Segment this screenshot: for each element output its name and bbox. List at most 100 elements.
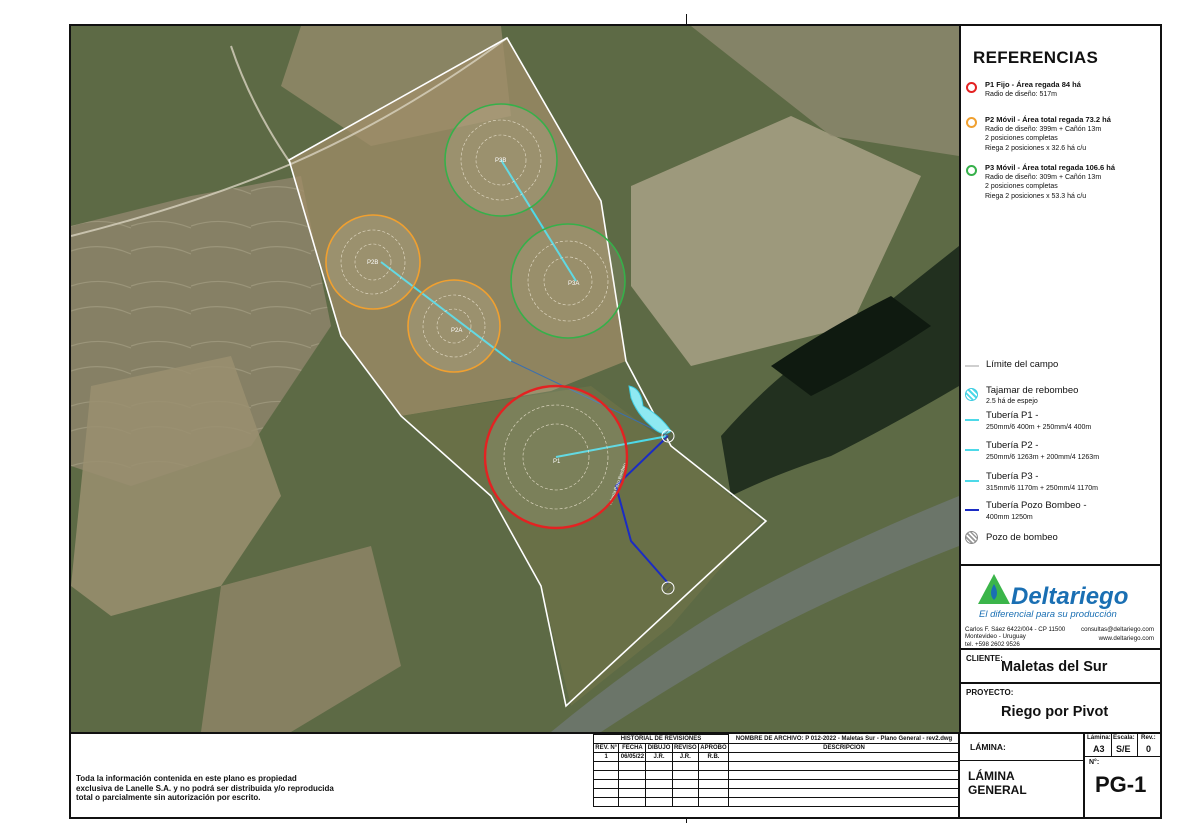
proyecto-box: PROYECTO: Riego por Pivot	[961, 682, 1160, 734]
contact-web: www.deltariego.com	[1098, 634, 1154, 642]
rev-value: 0	[1146, 744, 1152, 754]
legend-pozo-tub: Tubería Pozo Bombeo -	[986, 500, 1087, 511]
references-title: REFERENCIAS	[973, 48, 1099, 67]
divider	[1137, 734, 1138, 756]
lamina-block: LÁMINA: LÁMINA GENERAL	[958, 734, 1084, 819]
pivot-label-p1: P1	[553, 459, 561, 465]
archivo-value: P 012-2022 - Maletas Sur - Plano General…	[805, 735, 953, 742]
pozo-icon	[661, 429, 675, 443]
address-line: Carlos F. Sáez 6422/004 - CP 11500	[965, 626, 1066, 633]
sheet-meta: Lámina: A3 Escala: S/E Rev.: 0 N°: PG-1	[1083, 734, 1162, 819]
plan-number: PG-1	[1095, 772, 1147, 797]
divider	[1085, 756, 1162, 757]
escala-label: Escala:	[1113, 734, 1135, 741]
address-line: Montevideo - Uruguay	[965, 633, 1026, 641]
ref-p3-line: Radio de diseño: 309m + Cañón 13m	[985, 174, 1102, 182]
ref-p1-line: Radio de diseño: 517m	[985, 91, 1057, 99]
ref-p2-line: Radio de diseño: 399m + Cañón 13m	[985, 126, 1102, 134]
logo-name: Deltariego	[1011, 583, 1129, 610]
divider	[1111, 734, 1112, 756]
disclaimer: Toda la información contenida en este pl…	[76, 774, 334, 803]
sheet-tick-top	[686, 14, 687, 24]
num-label: N°:	[1089, 759, 1100, 766]
references-panel: REFERENCIAS P1 Fijo - Área regada 84 há …	[959, 26, 1160, 732]
ref-p2: P2 Móvil - Área total regada 73.2 há Rad…	[985, 115, 1111, 153]
pivot-label-p2b: P2B	[367, 260, 378, 266]
revision-table: HISTORIAL DE REVISIONES NOMBRE DE ARCHIV…	[592, 734, 960, 807]
cliente-value: Maletas del Sur	[1001, 659, 1108, 675]
pivot-p3a: P3A	[510, 223, 626, 339]
ref-p2-line: 2 posiciones completas	[985, 135, 1058, 143]
col-header: DIBUJÓ	[645, 743, 673, 753]
address-line: tel. +598 2602 9526	[965, 640, 1020, 648]
legend-p2: Tubería P2 -	[986, 440, 1039, 451]
pivot-p3b: P3B	[444, 103, 558, 217]
title-block: Toda la información contenida en este pl…	[71, 732, 1162, 819]
table-cell: 06/05/22	[618, 752, 647, 762]
deltariego-logo-icon	[978, 574, 1010, 604]
table-cell: J.R.	[671, 752, 699, 762]
legend-p1: Tubería P1 -	[986, 410, 1039, 421]
table-cell: J.R.	[645, 752, 673, 762]
ref-p1-name: P1 Fijo - Área regada 84 há	[985, 80, 1081, 89]
legend-limite: Límite del campo	[986, 359, 1059, 370]
lamina-label: LÁMINA:	[970, 742, 1006, 752]
lamina-size-label: Lámina:	[1087, 734, 1111, 741]
legend-p1-sub: 250mm/6 400m + 250mm/4 400m	[986, 424, 1092, 431]
contact-email: consultas@deltariego.com	[1080, 626, 1154, 633]
proyecto-value: Riego por Pivot	[1001, 704, 1109, 720]
legend-tajamar: Tajamar de rebombeo	[986, 385, 1079, 396]
archivo-label: NOMBRE DE ARCHIVO:	[735, 735, 804, 742]
map-canvas: Tubería Pozo Bombeo P3B P3A P2B P2A	[71, 26, 959, 732]
lamina-general: LÁMINA GENERAL	[968, 769, 1027, 797]
company-address: Carlos F. Sáez 6422/004 - CP 11500 Monte…	[965, 626, 1065, 648]
col-header: REV. N°	[592, 743, 620, 753]
legend-pozo-tub-sub: 400mm 1250m	[986, 514, 1033, 521]
disclaimer-line: Toda la información contenida en este pl…	[76, 774, 297, 783]
cliente-label: CLIENTE:	[966, 654, 1003, 663]
company-contact: consultas@deltariego.com www.deltariego.…	[1081, 626, 1154, 643]
divider	[960, 760, 1084, 761]
p1-circle-icon	[966, 82, 977, 93]
col-header: FECHA	[618, 743, 647, 753]
pivot-label-p3a: P3A	[568, 281, 579, 287]
ref-p3-line: 2 posiciones completas	[985, 183, 1058, 191]
legend-pozo: Pozo de bombeo	[986, 532, 1058, 543]
pozo-icon	[661, 581, 675, 595]
col-header: APROBÓ	[697, 743, 730, 753]
legend-tajamar-sub: 2.5 há de espejo	[986, 398, 1038, 405]
escala-value: S/E	[1116, 744, 1131, 754]
pivot-label-p3b: P3B	[495, 158, 506, 164]
pivot-p2b: P2B	[325, 214, 421, 310]
table-cell: 1	[592, 752, 620, 762]
cliente-box: CLIENTE: Maletas del Sur	[961, 648, 1160, 684]
satellite-map: Tubería Pozo Bombeo P3B P3A P2B P2A	[71, 26, 959, 732]
pipe-p2-icon	[965, 449, 979, 451]
col-header: DESCRIPCIÓN	[728, 743, 960, 753]
disclaimer-line: total o parcialmente sin autorización po…	[76, 793, 261, 803]
table-cell	[728, 752, 960, 762]
p2-circle-icon	[966, 117, 977, 128]
legend-p3: Tubería P3 -	[986, 471, 1039, 482]
company-logo-box: Deltariego El diferencial para su produc…	[961, 564, 1160, 650]
proyecto-label: PROYECTO:	[966, 688, 1014, 697]
ref-p3-line: Riega 2 posiciones x 53.3 há c/u	[985, 192, 1087, 200]
pipe-p1-icon	[965, 419, 979, 421]
limite-line-icon	[965, 365, 979, 367]
pozo-icon	[965, 531, 978, 544]
legend-p3-sub: 315mm/6 1170m + 250mm/4 1170m	[986, 485, 1098, 492]
pipe-pozo-icon	[965, 509, 979, 511]
archivo-cell: NOMBRE DE ARCHIVO: P 012-2022 - Maletas …	[728, 734, 960, 744]
pivot-label-p2a: P2A	[451, 328, 462, 334]
ref-p3: P3 Móvil - Área total regada 106.6 há Ra…	[985, 163, 1115, 201]
col-header: REVISÓ	[671, 743, 699, 753]
tajamar-icon	[965, 388, 978, 401]
disclaimer-line: exclusiva de Lanelle S.A. y no podrá ser…	[76, 783, 334, 793]
ref-p2-line: Riega 2 posiciones x 32.6 há c/u	[985, 144, 1087, 152]
pivot-p2a: P2A	[407, 279, 501, 373]
ref-p3-name: P3 Móvil - Área total regada 106.6 há	[985, 163, 1116, 172]
logo-tagline: El diferencial para su producción	[979, 609, 1117, 620]
pivot-p1: P1	[483, 384, 629, 530]
ref-p1: P1 Fijo - Área regada 84 há Radio de dis…	[985, 80, 1081, 99]
pipe-p3-icon	[965, 480, 979, 482]
